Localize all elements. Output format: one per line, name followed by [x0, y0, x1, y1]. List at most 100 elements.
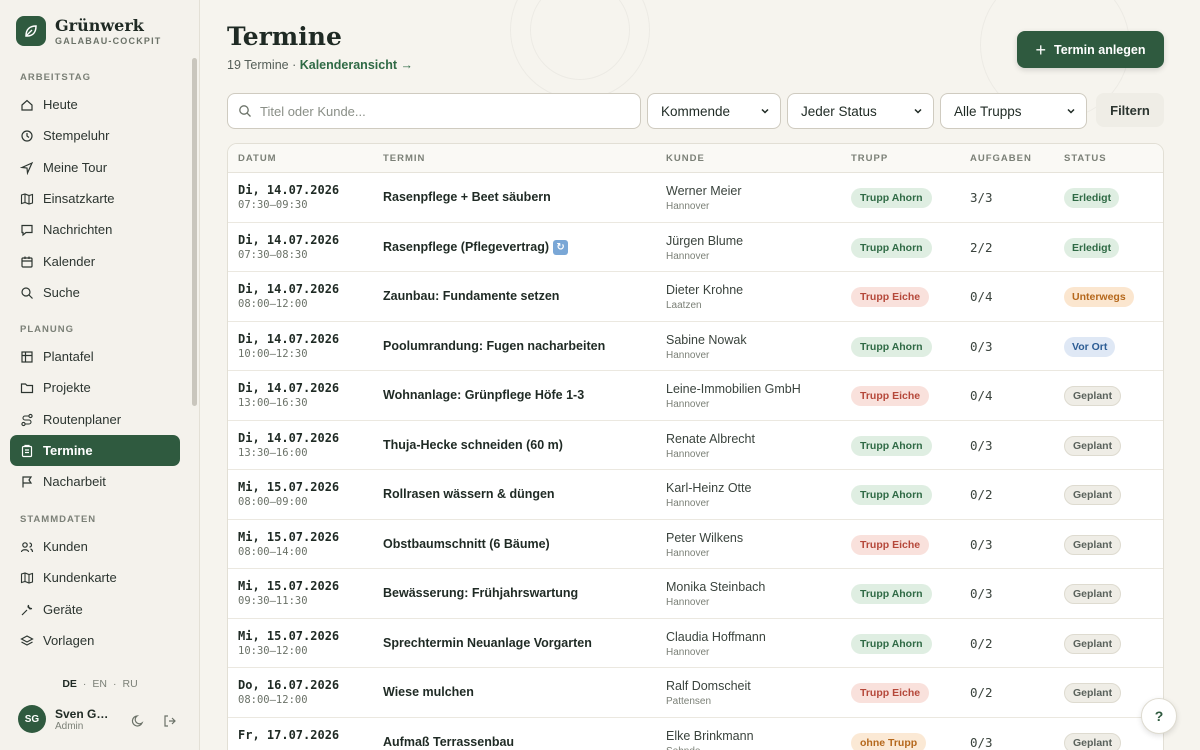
customer-city: Hannover — [666, 250, 710, 262]
appointment-title-cell[interactable]: Obstbaumschnitt (6 Bäume) — [383, 537, 550, 551]
appointment-date: Fr, 17.07.2026 — [238, 727, 340, 742]
table-header: DATUM TERMIN KUNDE TRUPP AUFGABEN STATUS — [228, 144, 1163, 173]
customer-cell: Elke Brinkmann Sehnde — [666, 729, 754, 750]
appointment-title-cell[interactable]: Wiese mulchen — [383, 685, 474, 699]
status-filter-select[interactable]: Jeder Status — [787, 93, 934, 129]
customer-city: Sehnde — [666, 746, 754, 750]
table-row[interactable]: Di, 14.07.2026 08:00–12:00 Zaunbau: Fundam… — [228, 272, 1163, 322]
appointment-title-cell[interactable]: Rollrasen wässern & düngen — [383, 487, 555, 501]
sidebar-section-title: PLANUNG — [20, 324, 74, 335]
customer-name: Sabine Nowak — [666, 332, 747, 347]
sidebar-item-heute[interactable]: Heute — [10, 89, 180, 120]
tool-icon — [20, 603, 34, 617]
column-header-customer[interactable]: KUNDE — [666, 153, 705, 164]
column-header-trupp[interactable]: TRUPP — [851, 153, 888, 164]
appointment-date: Di, 14.07.2026 — [238, 183, 340, 197]
column-header-tasks[interactable]: AUFGABEN — [970, 153, 1032, 164]
sidebar-item-routenplaner[interactable]: Routenplaner — [10, 404, 180, 435]
brand[interactable]: Grünwerk GALABAU-COCKPIT — [16, 16, 162, 46]
table-row[interactable]: Di, 14.07.2026 13:30–16:00 Thuja-Hecke sch… — [228, 421, 1163, 470]
time-filter-select[interactable]: Kommende — [647, 93, 781, 129]
customer-cell: Karl-Heinz Otte Hannover — [666, 481, 751, 509]
home-icon — [20, 98, 34, 112]
sidebar-item-kalender[interactable]: Kalender — [10, 246, 180, 277]
table-row[interactable]: Di, 14.07.2026 10:00–12:30 Poolumrandung: … — [228, 322, 1163, 371]
appointment-title-cell[interactable]: Poolumrandung: Fugen nacharbeiten — [383, 339, 605, 353]
sidebar-item-label: Meine Tour — [43, 160, 108, 175]
add-appointment-button[interactable]: + Termin anlegen — [1017, 31, 1164, 68]
language-option-en[interactable]: EN — [92, 678, 107, 690]
leaf-logo-icon — [16, 16, 46, 46]
sidebar-item-kunden[interactable]: Kunden — [10, 531, 180, 562]
sidebar-scrollbar[interactable] — [192, 58, 197, 406]
column-header-status[interactable]: STATUS — [1064, 153, 1107, 164]
table-row[interactable]: Mi, 15.07.2026 09:30–11:30 Bewässerung: Fr… — [228, 569, 1163, 619]
sidebar-item-suche[interactable]: Suche — [10, 277, 180, 308]
sidebar-item-vorlagen[interactable]: Vorlagen — [10, 625, 180, 656]
trupp-badge: Trupp Ahorn — [851, 237, 932, 258]
sidebar-item-label: Stempeluhr — [43, 128, 110, 143]
table-row[interactable]: Mi, 15.07.2026 08:00–14:00 Obstbaumschnitt… — [228, 520, 1163, 569]
customer-cell: Ralf Domscheit Pattensen — [666, 679, 751, 707]
sidebar-item-nachrichten[interactable]: Nachrichten — [10, 214, 180, 245]
table-row[interactable]: Mi, 15.07.2026 08:00–09:00 Rollrasen wässe… — [228, 470, 1163, 520]
appointment-title: Aufmaß Terrassenbau — [383, 734, 515, 749]
table-row[interactable]: Di, 14.07.2026 13:00–16:30 Wohnanlage: Grü… — [228, 371, 1163, 421]
calendar-view-link[interactable]: Kalenderansicht → — [300, 58, 413, 72]
appointment-date: Di, 14.07.2026 — [238, 430, 340, 445]
table-row[interactable]: Mi, 15.07.2026 10:30–12:00 Sprechtermin Ne… — [228, 619, 1163, 668]
task-count: 0/2 — [970, 635, 993, 651]
sidebar-section-title: STAMMDATEN — [20, 514, 97, 525]
column-header-date[interactable]: DATUM — [238, 153, 277, 164]
filter-button[interactable]: Filtern — [1096, 93, 1164, 127]
search-input[interactable] — [260, 103, 620, 119]
appointment-title: Sprechtermin Neuanlage Vorgarten — [383, 635, 592, 650]
sidebar-item-kundenkarte[interactable]: Kundenkarte — [10, 562, 180, 593]
table-row[interactable]: Di, 14.07.2026 07:30–08:30 Rasenpflege (Pf… — [228, 223, 1163, 272]
trupp-filter-select[interactable]: Alle Trupps — [940, 93, 1087, 129]
language-option-de[interactable]: DE — [62, 678, 77, 690]
language-option-ru[interactable]: RU — [123, 678, 138, 690]
status-badge: Erledigt — [1064, 237, 1120, 258]
brand-name: Grünwerk — [55, 15, 144, 35]
user-profile[interactable]: SG Sven Ga… Admin — [18, 705, 113, 733]
appointment-title-cell[interactable]: Zaunbau: Fundamente setzen — [383, 289, 559, 303]
help-button[interactable]: ? — [1141, 698, 1177, 734]
sidebar-item-projekte[interactable]: Projekte — [10, 372, 180, 403]
table-row[interactable]: Fr, 17.07.2026 Aufmaß Terrassenbau Elke Br… — [228, 718, 1163, 750]
appointment-title-cell[interactable]: Rasenpflege + Beet säubern — [383, 190, 551, 204]
sidebar-item-stempeluhr[interactable]: Stempeluhr — [10, 120, 180, 151]
table-row[interactable]: Di, 14.07.2026 07:30–09:30 Rasenpflege + B… — [228, 173, 1163, 223]
sidebar-item-meine-tour[interactable]: Meine Tour — [10, 152, 180, 183]
customer-city: Hannover — [666, 201, 710, 212]
task-count: 3/3 — [970, 190, 993, 205]
sidebar-item-label: Plantafel — [43, 349, 94, 364]
appointment-title-cell[interactable]: Sprechtermin Neuanlage Vorgarten — [383, 636, 592, 650]
column-header-appointment[interactable]: TERMIN — [383, 153, 425, 164]
language-switcher: DE · EN · RU — [0, 678, 200, 690]
appointment-time: 13:00–16:30 — [238, 397, 308, 409]
appointment-title-cell[interactable]: Wohnanlage: Grünpflege Höfe 1-3 — [383, 388, 584, 402]
status-badge: Geplant — [1064, 683, 1122, 703]
appointment-title-cell[interactable]: Rasenpflege (Pflegevertrag) ↻ — [383, 240, 569, 255]
appointment-title-cell[interactable]: Bewässerung: Frühjahrswartung — [383, 586, 578, 600]
table-row[interactable]: Do, 16.07.2026 08:00–12:00 Wiese mulchen Ra… — [228, 668, 1163, 718]
date-cell: Fr, 17.07.2026 — [238, 728, 339, 744]
appointment-title-cell[interactable]: Aufmaß Terrassenbau — [383, 735, 514, 749]
sidebar-item-nacharbeit[interactable]: Nacharbeit — [10, 466, 180, 497]
search-box[interactable] — [227, 93, 641, 129]
customer-name: Elke Brinkmann — [666, 728, 754, 743]
sidebar-item-geräte[interactable]: Geräte — [10, 594, 180, 625]
moon-icon[interactable] — [131, 714, 145, 728]
task-count: 0/3 — [970, 586, 993, 601]
chevron-down-icon — [761, 108, 769, 114]
sidebar-item-plantafel[interactable]: Plantafel — [10, 341, 180, 372]
appointment-title-cell[interactable]: Thuja-Hecke schneiden (60 m) — [383, 438, 563, 452]
customer-name: Werner Meier — [666, 184, 742, 198]
appointment-title: Thuja-Hecke schneiden (60 m) — [383, 437, 563, 452]
sidebar-item-label: Geräte — [43, 602, 83, 617]
logout-icon[interactable] — [163, 714, 177, 728]
sidebar-item-einsatzkarte[interactable]: Einsatzkarte — [10, 183, 180, 214]
search-icon — [20, 286, 34, 300]
sidebar-item-termine[interactable]: Termine — [10, 435, 180, 466]
